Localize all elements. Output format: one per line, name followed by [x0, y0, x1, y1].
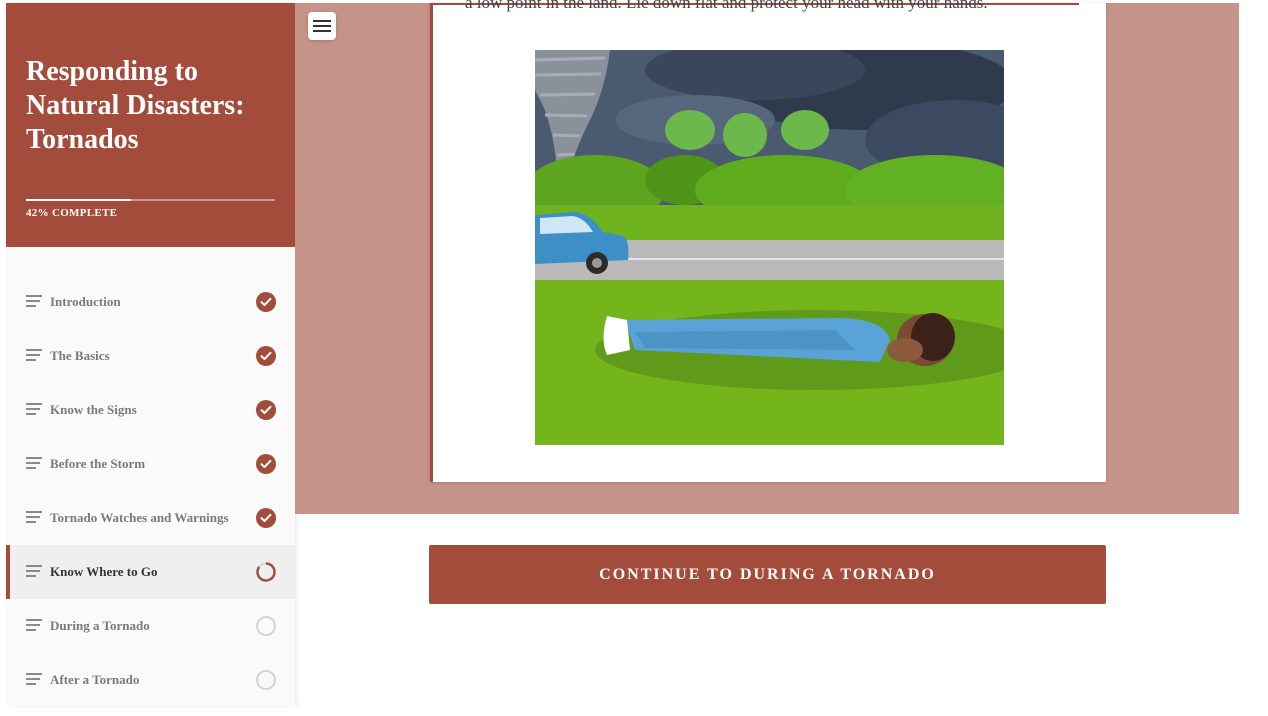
lesson-item-know-the-signs[interactable]: Know the Signs — [6, 383, 295, 437]
lesson-item-the-basics[interactable]: The Basics — [6, 329, 295, 383]
lesson-label: The Basics — [50, 348, 110, 363]
lesson-item-know-where-to-go[interactable]: Know Where to Go — [6, 545, 295, 599]
lines-icon — [26, 349, 42, 363]
check-circle-icon — [256, 454, 276, 474]
lesson-label: Before the Storm — [50, 456, 146, 471]
lesson-label: Know the Signs — [50, 402, 137, 417]
course-sidebar: Responding to Natural Disasters: Tornado… — [6, 3, 295, 706]
lesson-list: Introduction The Basics Know the Signs B… — [6, 275, 295, 707]
sidebar-header: Responding to Natural Disasters: Tornado… — [6, 3, 295, 247]
lesson-item-after-a-tornado[interactable]: After a Tornado — [6, 653, 295, 707]
progress-label: 42% COMPLETE — [26, 207, 118, 219]
check-circle-icon — [256, 292, 276, 312]
progress-bar-fill — [26, 199, 131, 201]
partial-circle-icon — [256, 562, 276, 582]
lesson-item-tornado-watches-and-warnings[interactable]: Tornado Watches and Warnings — [6, 491, 295, 545]
check-circle-icon — [256, 400, 276, 420]
tornado-safety-illustration — [535, 50, 1004, 445]
lesson-label: Know Where to Go — [50, 564, 158, 579]
lesson-label: After a Tornado — [50, 672, 140, 687]
lesson-label: During a Tornado — [50, 618, 150, 633]
empty-circle-icon — [256, 616, 276, 636]
hamburger-menu-icon[interactable] — [308, 12, 336, 40]
lesson-item-introduction[interactable]: Introduction — [6, 275, 295, 329]
continue-button[interactable]: CONTINUE TO DURING A TORNADO — [429, 545, 1106, 604]
progress-bar — [26, 199, 275, 201]
check-circle-icon — [256, 346, 276, 366]
course-title: Responding to Natural Disasters: Tornado… — [26, 56, 245, 155]
lines-icon — [26, 457, 42, 471]
card-accent — [430, 3, 433, 482]
lines-icon — [26, 295, 42, 309]
lesson-item-before-the-storm[interactable]: Before the Storm — [6, 437, 295, 491]
lines-icon — [26, 673, 42, 687]
lesson-label: Tornado Watches and Warnings — [50, 510, 229, 525]
check-circle-icon — [256, 508, 276, 528]
lines-icon — [26, 403, 42, 417]
lesson-item-during-a-tornado[interactable]: During a Tornado — [6, 599, 295, 653]
lines-icon — [26, 511, 42, 525]
empty-circle-icon — [256, 670, 276, 690]
lines-icon — [26, 619, 42, 633]
lines-icon — [26, 565, 42, 579]
lesson-body-text: a low point in the land. Lie down flat a… — [465, 0, 988, 12]
lesson-label: Introduction — [50, 294, 121, 309]
